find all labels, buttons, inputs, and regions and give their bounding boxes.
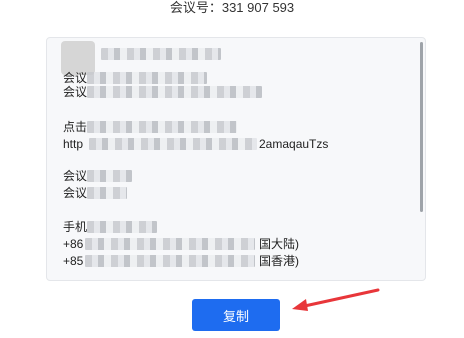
blurred-text xyxy=(87,121,237,133)
red-arrow-icon xyxy=(292,288,380,311)
blurred-text xyxy=(87,221,157,233)
meeting-id-label: 会议号：331 907 593 xyxy=(169,0,295,15)
invite-line-7: 手机 xyxy=(63,220,88,234)
invite-line-2: 会议 xyxy=(63,85,88,99)
blurred-text xyxy=(101,48,221,60)
invite-line-1: 会议 xyxy=(63,71,88,85)
blurred-text xyxy=(85,238,255,250)
copy-button[interactable]: 复制 xyxy=(192,299,280,331)
invite-line-9: +85 xyxy=(63,254,84,268)
meeting-invite-page: 会议号：331 907 593 会议 会议 点击 http 2amaqauTzs… xyxy=(0,0,464,338)
invite-text-box[interactable]: 会议 会议 点击 http 2amaqauTzs 会议 会议 手机 +86 国大… xyxy=(46,37,426,281)
blurred-text xyxy=(85,255,255,267)
region-hk-label: 国香港) xyxy=(259,254,299,268)
scrollbar-thumb[interactable] xyxy=(420,42,423,212)
blurred-text xyxy=(87,72,207,84)
blurred-text xyxy=(89,138,257,150)
blurred-avatar xyxy=(61,41,95,75)
invite-line-4: http xyxy=(63,137,84,151)
blurred-text xyxy=(87,170,132,182)
blurred-text xyxy=(87,86,262,98)
blurred-text xyxy=(87,187,127,199)
meeting-link-tail: 2amaqauTzs xyxy=(259,137,329,151)
invite-line-6: 会议 xyxy=(63,186,88,200)
invite-line-8: +86 xyxy=(63,237,84,251)
invite-line-5: 会议 xyxy=(63,169,88,183)
region-mainland-label: 国大陆) xyxy=(259,237,299,251)
invite-line-3: 点击 xyxy=(63,120,88,134)
